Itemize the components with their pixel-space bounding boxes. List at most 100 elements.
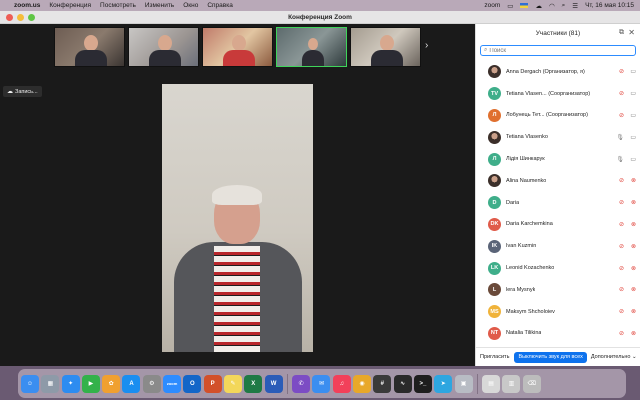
mic-icon[interactable]: 🎙 xyxy=(616,134,624,141)
mic-muted-icon[interactable]: ⊘ xyxy=(619,68,624,75)
participant-row[interactable]: LK Leonid Kozachenko ⊘ ⊗ xyxy=(476,257,640,279)
cloud-icon[interactable]: ☁ xyxy=(535,2,542,10)
finder-icon[interactable]: ☺ xyxy=(21,374,39,393)
camera-icon[interactable]: ▭ xyxy=(630,112,636,119)
participant-row[interactable]: MS Maksym Shcholoiev ⊘ ⊗ xyxy=(476,301,640,323)
safari-icon[interactable]: ✦ xyxy=(61,374,80,393)
window-titlebar[interactable]: Конференция Zoom xyxy=(0,11,640,24)
photos-icon[interactable]: ✿ xyxy=(102,374,121,393)
menu-edit[interactable]: Изменить xyxy=(145,2,174,9)
participant-thumbnail-active-speaker[interactable] xyxy=(276,27,347,67)
document-icon[interactable]: ▤ xyxy=(482,374,501,393)
participant-row[interactable]: Tetiana Vlasenko 🎙 ▭ xyxy=(476,126,640,148)
participant-row[interactable]: Л Лідія Шинкарук 🎙 ▭ xyxy=(476,148,640,170)
participant-row[interactable]: Llera Mysnyk ⊘ ⊗ xyxy=(476,279,640,301)
facetime-icon[interactable]: ▶ xyxy=(81,374,100,393)
participant-row[interactable]: Alina Naumenko ⊘ ⊗ xyxy=(476,170,640,192)
menu-view[interactable]: Посмотреть xyxy=(100,2,136,9)
active-speaker-video[interactable] xyxy=(162,84,313,352)
mic-muted-icon[interactable]: ⊘ xyxy=(619,265,624,272)
camera-icon[interactable]: ▭ xyxy=(630,90,636,97)
camera-icon[interactable]: ▭ xyxy=(630,134,636,141)
mute-all-button[interactable]: Выключить звук для всех xyxy=(514,351,587,363)
avatar: DK xyxy=(488,217,501,231)
participant-row[interactable]: TV Tetiana Vlasen... (Соорганизатор) ⊘ ▭ xyxy=(476,83,640,105)
app-store-icon[interactable]: A xyxy=(122,374,141,393)
mic-muted-icon[interactable]: ⊘ xyxy=(619,286,624,293)
camera-off-icon[interactable]: ⊗ xyxy=(631,330,636,337)
avatar xyxy=(488,174,501,188)
camera-off-icon[interactable]: ⊗ xyxy=(631,199,636,206)
participant-row[interactable]: D Daria ⊘ ⊗ xyxy=(476,192,640,214)
calculator-icon[interactable]: # xyxy=(373,374,392,393)
participant-name: Ivan Kuzmin xyxy=(506,243,537,250)
outlook-icon[interactable]: O xyxy=(183,374,202,393)
menu-window[interactable]: Окно xyxy=(183,2,198,9)
chrome-icon[interactable]: ◉ xyxy=(353,374,372,393)
system-settings-icon[interactable]: ⚙ xyxy=(142,374,161,393)
zoom-status-item[interactable]: zoom xyxy=(484,2,500,9)
mail-icon[interactable]: ✉ xyxy=(312,374,331,393)
word-icon[interactable]: W xyxy=(264,374,283,393)
wifi-icon[interactable]: ◠ xyxy=(549,2,555,10)
camera-icon[interactable]: ▭ xyxy=(630,156,636,163)
participant-thumbnail[interactable] xyxy=(54,27,125,67)
downloads-icon[interactable]: ▥ xyxy=(502,374,521,393)
mic-muted-icon[interactable]: ⊘ xyxy=(619,90,624,97)
battery-icon[interactable]: ▭ xyxy=(507,2,513,10)
menu-help[interactable]: Справка xyxy=(207,2,233,9)
menu-conference[interactable]: Конференция xyxy=(49,2,91,9)
mic-muted-icon[interactable]: ⊘ xyxy=(619,199,624,206)
thumbnails-next-chevron-icon[interactable]: › xyxy=(425,40,428,51)
avatar xyxy=(488,65,501,79)
powerpoint-icon[interactable]: P xyxy=(203,374,222,393)
control-center-icon[interactable]: ☰ xyxy=(572,2,578,10)
telegram-icon[interactable]: ➤ xyxy=(434,374,453,393)
participant-row[interactable]: Л Лобунець Тет... (Соорганизатор) ⊘ ▭ xyxy=(476,105,640,127)
excel-icon[interactable]: X xyxy=(244,374,263,393)
terminal-icon[interactable]: >_ xyxy=(413,374,432,393)
camera-off-icon[interactable]: ⊗ xyxy=(631,221,636,228)
trash-icon[interactable]: ⌫ xyxy=(522,374,541,393)
more-options-button[interactable]: Дополнительно ⌄ xyxy=(591,354,637,360)
mic-muted-icon[interactable]: ⊘ xyxy=(619,308,624,315)
zoom-icon[interactable]: zoom xyxy=(163,374,182,393)
viber-icon[interactable]: ✆ xyxy=(292,374,311,393)
participant-search-input[interactable] xyxy=(489,47,620,54)
participant-thumbnail[interactable] xyxy=(350,27,421,67)
camera-icon[interactable]: ▭ xyxy=(630,68,636,75)
notes-icon[interactable]: ✎ xyxy=(223,374,242,393)
recording-indicator[interactable]: ☁ Запись... xyxy=(3,86,42,97)
mic-muted-icon[interactable]: ⊘ xyxy=(619,112,624,119)
camera-off-icon[interactable]: ⊗ xyxy=(631,265,636,272)
search-icon[interactable]: ⌕ xyxy=(562,2,566,10)
participant-row[interactable]: Anna Dergach (Организатор, я) ⊘ ▭ xyxy=(476,61,640,83)
close-panel-icon[interactable]: ✕ xyxy=(628,28,635,37)
cloud-recording-icon: ☁ xyxy=(7,89,13,95)
invite-button[interactable]: Пригласить xyxy=(480,354,509,360)
camera-off-icon[interactable]: ⊗ xyxy=(631,243,636,250)
participant-thumbnail[interactable] xyxy=(128,27,199,67)
participant-row[interactable]: IK Ivan Kuzmin ⊘ ⊗ xyxy=(476,235,640,257)
music-icon[interactable]: ♫ xyxy=(332,374,351,393)
mic-muted-icon[interactable]: ⊘ xyxy=(619,177,624,184)
participant-row[interactable]: DK Daria Karchemkina ⊘ ⊗ xyxy=(476,214,640,236)
activity-monitor-icon[interactable]: ∿ xyxy=(393,374,412,393)
mic-icon[interactable]: 🎙 xyxy=(616,156,624,163)
menu-app-zoom[interactable]: zoom.us xyxy=(14,2,40,9)
mic-muted-icon[interactable]: ⊘ xyxy=(619,221,624,228)
avatar: D xyxy=(488,196,501,210)
keyboard-layout-flag-icon[interactable] xyxy=(520,3,529,8)
participant-row[interactable]: NT Natalia Tilikina ⊘ ⊗ xyxy=(476,323,640,345)
participant-search[interactable]: ⌕ xyxy=(480,45,636,56)
menu-bar-clock[interactable]: Чт, 16 мая 10:15 xyxy=(585,2,634,9)
camera-off-icon[interactable]: ⊗ xyxy=(631,286,636,293)
camera-off-icon[interactable]: ⊗ xyxy=(631,177,636,184)
mic-muted-icon[interactable]: ⊘ xyxy=(619,243,624,250)
preview-icon[interactable]: ▣ xyxy=(454,374,473,393)
participant-thumbnail[interactable] xyxy=(202,27,273,67)
pop-out-icon[interactable]: ⧉ xyxy=(619,29,624,37)
launchpad-icon[interactable]: ▦ xyxy=(41,374,60,393)
mic-muted-icon[interactable]: ⊘ xyxy=(619,330,624,337)
camera-off-icon[interactable]: ⊗ xyxy=(631,308,636,315)
